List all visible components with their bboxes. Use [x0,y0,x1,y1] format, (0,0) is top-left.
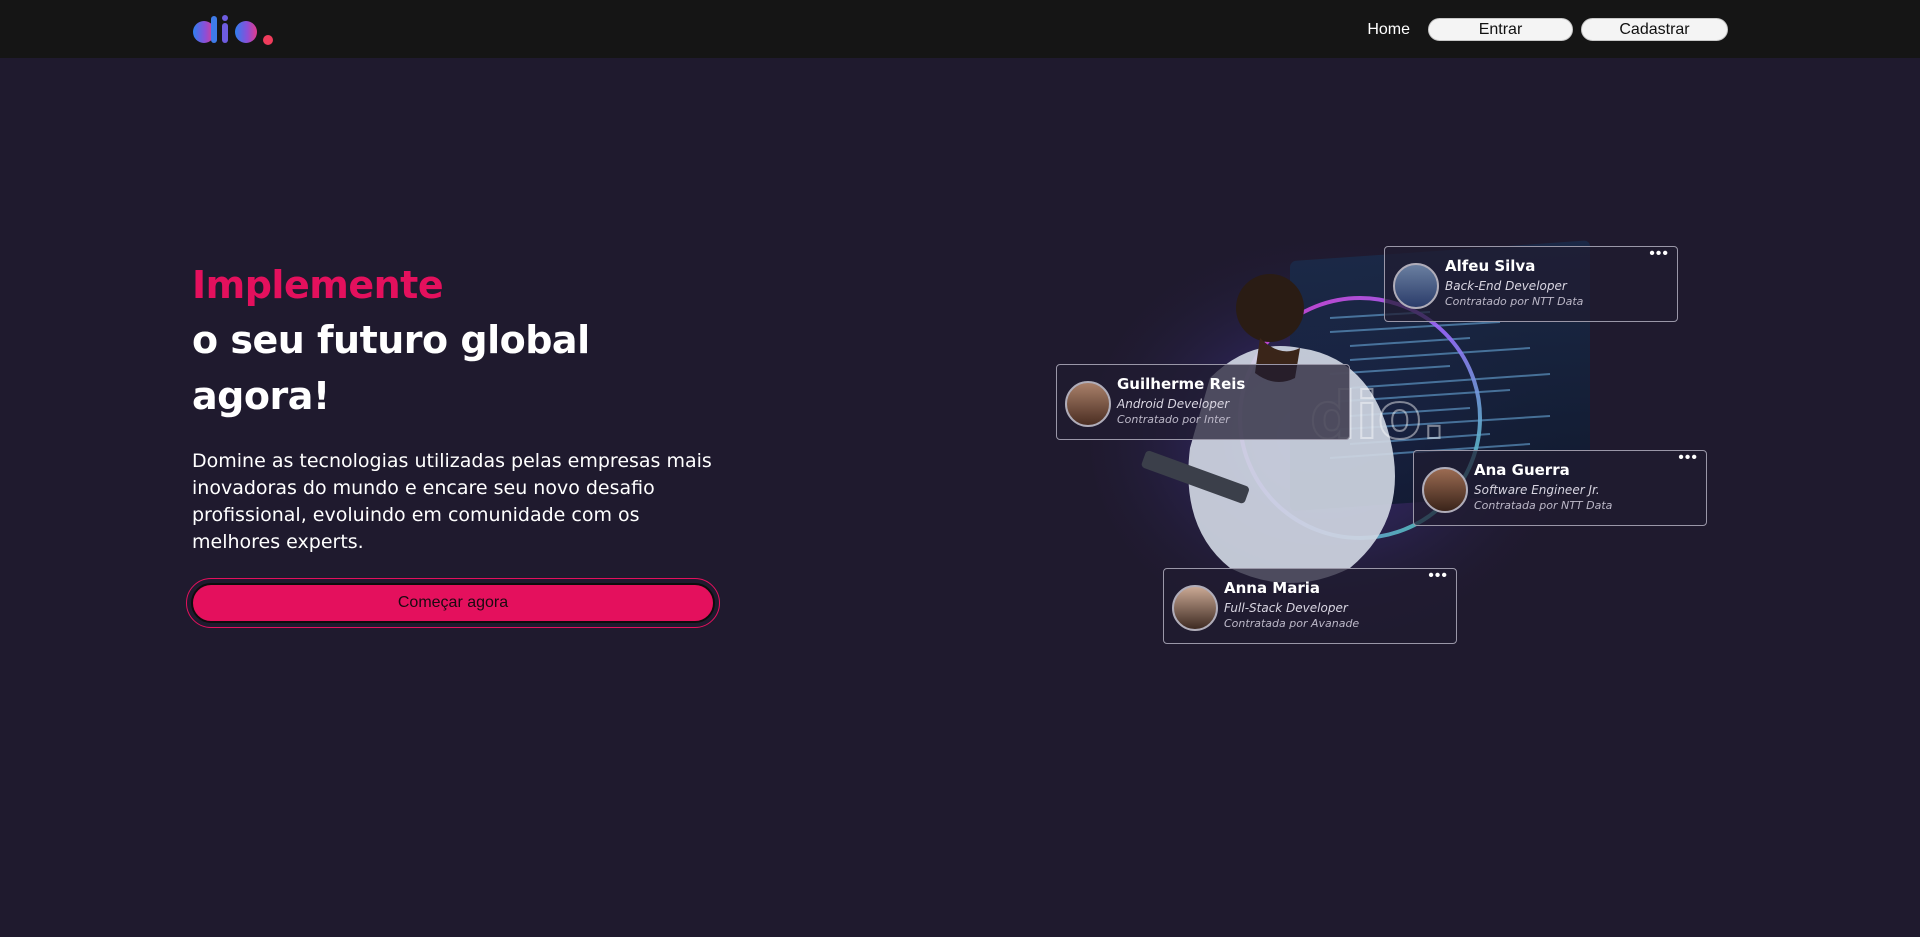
start-now-button[interactable]: Começar agora [191,583,715,623]
top-navbar: Home Entrar Cadastrar [0,0,1920,58]
avatar [1422,467,1468,513]
card-role: Software Engineer Jr. [1474,483,1600,497]
hero-title-accent: Implemente [192,263,444,307]
card-name: Guilherme Reis [1117,375,1246,393]
login-button[interactable]: Entrar [1428,18,1573,41]
card-hired: Contratado por Inter [1117,413,1230,426]
more-options-icon[interactable]: ••• [1649,246,1669,262]
dio-logo[interactable] [192,14,274,46]
cta-outline: Começar agora [186,578,720,628]
avatar [1172,585,1218,631]
card-hired: Contratado por NTT Data [1445,295,1584,308]
card-role: Back-End Developer [1445,279,1567,293]
nav-links: Home Entrar Cadastrar [1367,18,1728,41]
avatar [1065,381,1111,427]
card-hired: Contratada por Avanade [1224,617,1360,630]
signup-button[interactable]: Cadastrar [1581,18,1728,41]
testimonial-card: Anna Maria Full-Stack Developer Contrata… [1163,568,1457,644]
testimonial-card: Alfeu Silva Back-End Developer Contratad… [1384,246,1678,322]
card-name: Ana Guerra [1474,461,1570,479]
avatar [1393,263,1439,309]
card-hired: Contratada por NTT Data [1474,499,1613,512]
testimonial-card: Guilherme Reis Android Developer Contrat… [1056,364,1350,440]
testimonial-card: Ana Guerra Software Engineer Jr. Contrat… [1413,450,1707,526]
card-name: Alfeu Silva [1445,257,1536,275]
hero-description: Domine as tecnologias utilizadas pelas e… [192,450,712,553]
hero-illustration: dio. Alfeu Silva Back-End Developer Cont… [1050,238,1710,658]
card-role: Full-Stack Developer [1224,601,1348,615]
card-name: Anna Maria [1224,579,1321,597]
more-options-icon[interactable]: ••• [1678,450,1698,466]
nav-home-link[interactable]: Home [1367,21,1410,39]
hero-text: Implemente o seu futuro global agora! Do… [186,258,732,628]
card-role: Android Developer [1117,397,1230,411]
hero-title-main: o seu futuro global agora! [192,318,590,418]
more-options-icon[interactable]: ••• [1428,568,1448,584]
